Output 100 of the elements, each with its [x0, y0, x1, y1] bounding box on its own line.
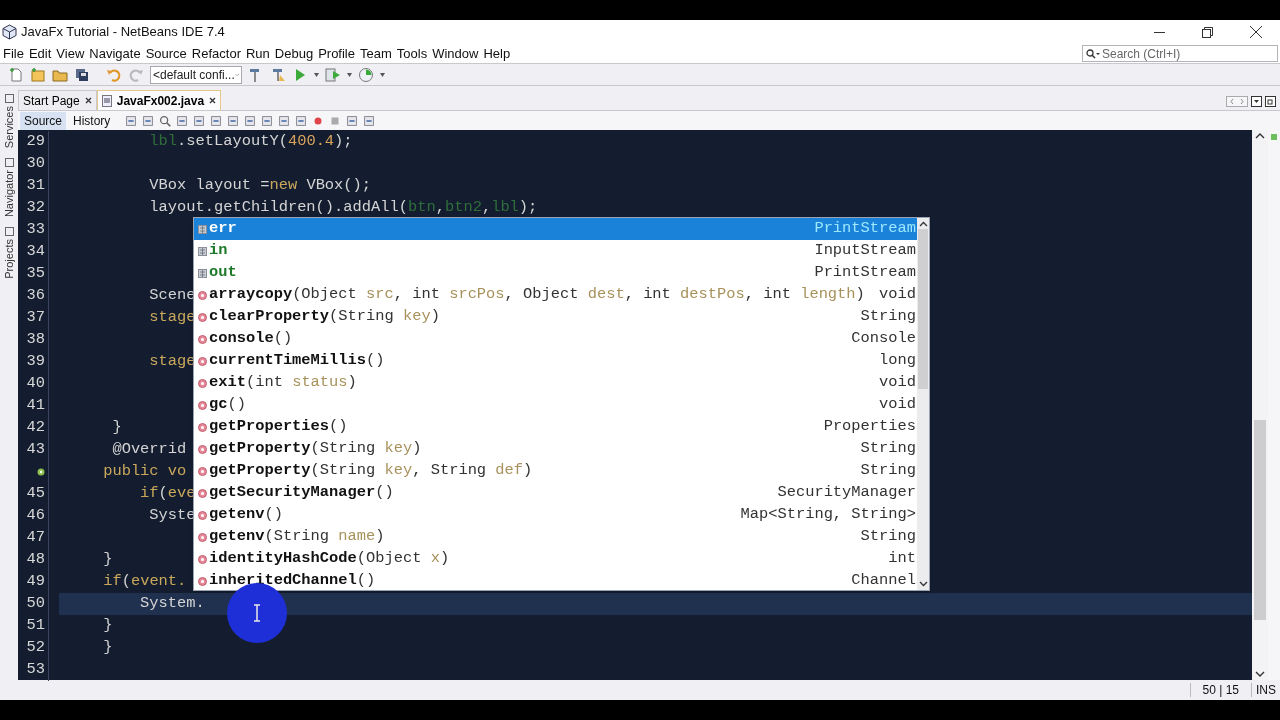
method-icon: [198, 356, 207, 366]
menu-item[interactable]: Team: [360, 43, 392, 64]
undo-icon[interactable]: [106, 66, 122, 83]
completion-item[interactable]: getProperty(String key, String def) String: [194, 460, 917, 482]
line-number: 52: [26, 637, 45, 659]
side-tab[interactable]: Projects: [0, 239, 18, 279]
scroll-down-icon[interactable]: [1255, 670, 1265, 678]
code-line: }: [102, 637, 113, 659]
editor-tab[interactable]: Start Page: [18, 90, 97, 110]
editor-mode-tab[interactable]: History: [69, 111, 115, 130]
side-tab[interactable]: Services: [0, 106, 18, 149]
line-number: 50: [26, 593, 45, 615]
scroll-up-icon[interactable]: [918, 221, 928, 227]
code-line: VBox layout =new VBox();: [148, 175, 372, 197]
line-number: 33: [26, 219, 45, 241]
completion-item[interactable]: exit(int status) void: [194, 372, 917, 394]
menu-item[interactable]: Run: [245, 43, 270, 64]
completion-item[interactable]: out PrintStream: [194, 262, 917, 284]
close-icon[interactable]: [84, 97, 92, 104]
close-icon[interactable]: [1250, 26, 1262, 38]
method-icon: [198, 488, 207, 498]
find-icon[interactable]: [158, 113, 173, 128]
restore-icon[interactable]: [1202, 26, 1213, 38]
completion-item[interactable]: getSecurityManager() SecurityManager: [194, 482, 917, 504]
line-number: 46: [26, 505, 45, 527]
line-number: 40: [26, 373, 45, 395]
maximize-icon[interactable]: [1265, 96, 1276, 107]
menu-item[interactable]: Edit: [28, 43, 52, 64]
completion-item[interactable]: getenv() Map<String, String>: [194, 504, 917, 526]
side-tab[interactable]: Navigator: [0, 170, 18, 218]
menu-item[interactable]: View: [56, 43, 85, 64]
line-number: 36: [26, 285, 45, 307]
status-marker[interactable]: [1271, 134, 1277, 140]
field-icon: [198, 268, 207, 278]
menu-item[interactable]: Source: [145, 43, 187, 64]
scroll-down-icon[interactable]: [918, 581, 928, 587]
vertical-scrollbar[interactable]: [1252, 130, 1268, 680]
caret-icon[interactable]: [380, 72, 385, 77]
line-number: 53: [26, 659, 45, 681]
menu-item[interactable]: Profile: [318, 43, 355, 64]
menu-item[interactable]: Refactor: [191, 43, 241, 64]
redo-icon[interactable]: [128, 66, 144, 83]
search-field[interactable]: Search (Ctrl+I): [1102, 44, 1274, 63]
completion-item[interactable]: getProperty(String key) String: [194, 438, 917, 460]
completion-item[interactable]: getProperties() Properties: [194, 416, 917, 438]
editor-tab[interactable]: JavaFx002.java: [96, 90, 222, 110]
completion-item[interactable]: in InputStream: [194, 240, 917, 262]
insert-mode: INS: [1255, 682, 1277, 699]
caret-icon[interactable]: [347, 72, 352, 77]
code-line: }: [102, 549, 113, 571]
menu-item[interactable]: Window: [432, 43, 479, 64]
text-cursor-icon: [252, 604, 262, 622]
override-marker-icon[interactable]: [37, 468, 45, 476]
popup-scrollbar[interactable]: [917, 218, 929, 590]
new-file-icon[interactable]: [8, 66, 24, 83]
field-icon: [198, 246, 207, 256]
method-icon: [198, 422, 207, 432]
menu-item[interactable]: Debug: [274, 43, 314, 64]
menu-item[interactable]: File: [3, 43, 24, 64]
completion-item[interactable]: arraycopy(Object src, int srcPos, Object dest, int destPos, int length) void: [194, 284, 917, 306]
completion-item[interactable]: console() Console: [194, 328, 917, 350]
completion-item[interactable]: err PrintStream: [194, 218, 917, 240]
code-line: }: [102, 615, 113, 637]
dropdown-icon[interactable]: [1251, 96, 1262, 107]
scroll-up-icon[interactable]: [1255, 132, 1265, 140]
completion-item[interactable]: inheritedChannel() Channel: [194, 570, 917, 592]
menu-item[interactable]: Help: [483, 43, 511, 64]
code-line: }: [111, 417, 122, 439]
method-icon: [198, 466, 207, 476]
line-number: 35: [26, 263, 45, 285]
line-number: 42: [26, 417, 45, 439]
java-file-icon: [101, 94, 112, 107]
window-icon: [4, 158, 14, 168]
debug-icon[interactable]: [325, 66, 341, 83]
profile-icon[interactable]: [358, 66, 374, 83]
close-icon[interactable]: [209, 97, 217, 104]
completion-item[interactable]: identityHashCode(Object x) int: [194, 548, 917, 570]
menu-item[interactable]: Tools: [396, 43, 428, 64]
configuration-select[interactable]: <default confi...: [150, 65, 242, 84]
scrollbar-thumb[interactable]: [1254, 420, 1266, 620]
line-number: 32: [26, 197, 45, 219]
line-number: 47: [26, 527, 45, 549]
method-icon: [198, 400, 207, 410]
new-project-icon[interactable]: [30, 66, 46, 83]
caret-icon[interactable]: [314, 72, 319, 77]
method-icon: [198, 576, 207, 586]
menu-item[interactable]: Navigate: [89, 43, 141, 64]
line-number: 49: [26, 571, 45, 593]
completion-item[interactable]: currentTimeMillis() long: [194, 350, 917, 372]
scrollbar-thumb[interactable]: [918, 229, 928, 389]
clean-build-icon[interactable]: [270, 66, 286, 83]
completion-item[interactable]: getenv(String name) String: [194, 526, 917, 548]
method-icon: [198, 290, 207, 300]
save-all-icon[interactable]: [74, 66, 90, 83]
completion-item[interactable]: clearProperty(String key) String: [194, 306, 917, 328]
completion-item[interactable]: gc() void: [194, 394, 917, 416]
line-number: 34: [26, 241, 45, 263]
search-box[interactable]: Search (Ctrl+I): [1082, 45, 1278, 62]
editor-mode-tab[interactable]: Source: [20, 111, 67, 130]
line-number: 37: [26, 307, 45, 329]
